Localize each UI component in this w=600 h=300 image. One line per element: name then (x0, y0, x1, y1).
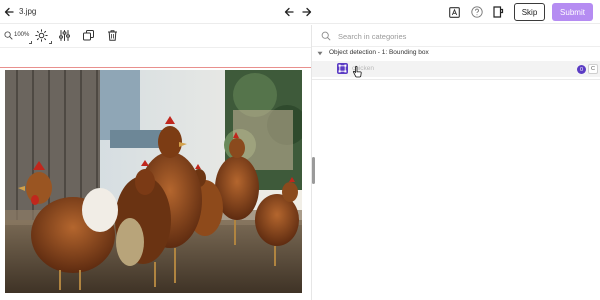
category-search (316, 26, 600, 46)
trash-icon[interactable] (106, 29, 119, 42)
skip-button[interactable]: Skip (514, 3, 545, 21)
label-item-chicken[interactable]: chicken 0 C (312, 61, 600, 77)
next-arrow-icon[interactable] (301, 6, 313, 18)
label-name: chicken (352, 65, 375, 72)
chicken-photo[interactable] (5, 70, 302, 293)
hotkey-badge: C (588, 64, 598, 74)
search-icon (321, 31, 331, 41)
previous-arrow-icon[interactable] (283, 6, 295, 18)
label-list-divider (312, 79, 600, 80)
file-name: 3.jpg (19, 7, 37, 16)
resize-handle[interactable] (312, 157, 315, 184)
caret-down-icon[interactable] (317, 51, 323, 56)
notes-icon[interactable] (491, 5, 505, 19)
duplicate-icon[interactable] (82, 29, 95, 42)
category-group-label: Object detection - 1: Bounding box (329, 49, 429, 56)
category-search-input[interactable] (338, 29, 588, 43)
submit-button[interactable]: Submit (552, 3, 593, 21)
help-circle-icon[interactable] (470, 5, 484, 19)
sliders-icon[interactable] (58, 29, 71, 42)
toolbar-divider (0, 47, 311, 48)
category-group-header[interactable]: Object detection - 1: Bounding box (312, 47, 600, 60)
bounding-box-icon (337, 63, 348, 74)
image-toolbar: 100% (0, 25, 310, 47)
annotation-count-badge: 0 (577, 65, 586, 74)
zoom-icon (4, 31, 13, 40)
annotation-box-icon[interactable] (447, 5, 461, 19)
brightness-corner-indicator (49, 41, 52, 44)
back-arrow-icon[interactable] (3, 6, 15, 18)
top-bar: 3.jpg Skip Submit (0, 0, 600, 24)
zoom-level[interactable]: 100% (14, 32, 29, 38)
brightness-icon[interactable] (35, 29, 48, 42)
image-top-border (0, 67, 311, 68)
zoom-corner-indicator (29, 41, 32, 44)
